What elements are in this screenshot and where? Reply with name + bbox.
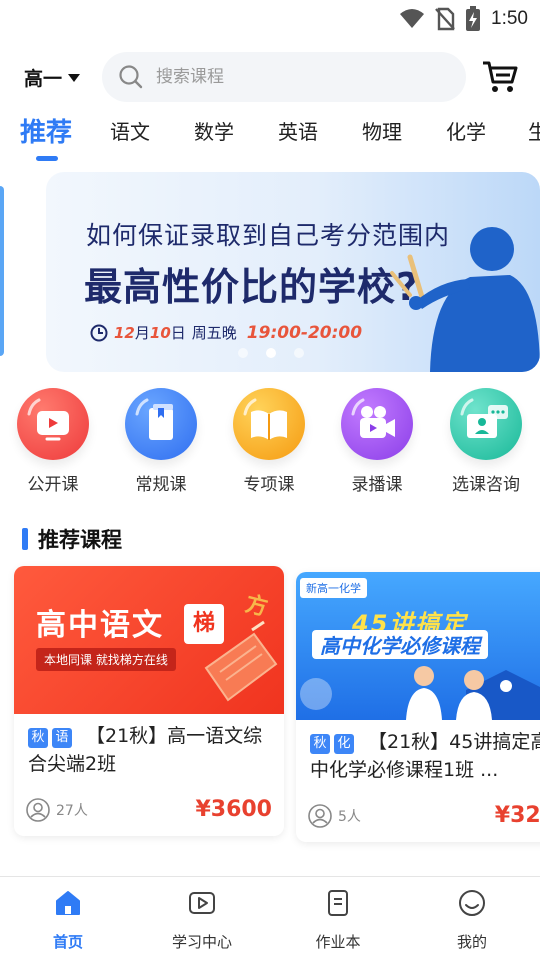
video-camera-icon	[351, 398, 395, 438]
course-cover: 高中语文 梯 本地同课 就找梯方在线 方	[14, 566, 284, 714]
tab-chinese[interactable]: 语文	[110, 116, 150, 145]
section-accent-bar	[22, 528, 28, 550]
search-icon	[119, 65, 143, 89]
tab-chemistry[interactable]: 化学	[446, 116, 486, 145]
tab-biology[interactable]: 生	[528, 116, 540, 145]
tab-recommend[interactable]: 推荐	[20, 112, 72, 149]
banner-line2: 最高性价比的学校?	[84, 265, 420, 309]
nav-homework[interactable]: 作业本	[278, 887, 398, 952]
banner-hours: 19:00-20:00	[246, 322, 363, 343]
wifi-icon	[400, 9, 425, 28]
consult-icon	[460, 398, 508, 438]
nav-mine[interactable]: 我的	[412, 887, 532, 952]
banner-slide[interactable]: 如何保证录取到自己考分范围内 最高性价比的学校? 12月10日 周五晚 19:0…	[46, 172, 540, 372]
category-open-class[interactable]: 公开课	[3, 388, 103, 495]
header: 高一	[0, 48, 540, 108]
banner-date-row: 12月10日 周五晚 19:00-20:00	[90, 322, 362, 343]
nav-label: 首页	[52, 933, 83, 951]
category-label: 常规课	[135, 475, 187, 495]
nav-label: 我的	[456, 933, 487, 951]
active-tab-indicator	[36, 156, 58, 161]
cover-subtitle: 本地同课 就找梯方在线	[36, 648, 176, 671]
home-icon	[56, 891, 80, 915]
cover-corner-text: 方	[242, 591, 271, 622]
teacher-illustration	[390, 227, 540, 372]
nav-study-center[interactable]: 学习中心	[142, 887, 262, 952]
category-label: 公开课	[27, 475, 79, 495]
carousel-dots	[238, 348, 304, 358]
search-bar[interactable]	[102, 52, 466, 102]
banner-weekday: 周五晚	[191, 324, 237, 342]
tab-math[interactable]: 数学	[194, 116, 234, 145]
section-title: 推荐课程	[38, 528, 122, 552]
tv-icon	[27, 398, 69, 441]
students-illustration	[300, 666, 540, 720]
carousel-dot[interactable]	[294, 348, 304, 358]
cart-icon[interactable]	[480, 56, 520, 96]
student-count: 5人	[338, 809, 361, 825]
course-title: 【21秋】45讲搞定高中化学必修课程1班 ...	[310, 731, 540, 781]
course-price: ¥3600	[195, 797, 272, 822]
clock: 1:50	[491, 8, 528, 29]
battery-charging-icon	[466, 6, 481, 31]
smile-face-icon	[459, 890, 485, 916]
tab-physics[interactable]: 物理	[362, 116, 402, 145]
banner-carousel[interactable]: 如何保证录取到自己考分范围内 最高性价比的学校? 12月10日 周五晚 19:0…	[0, 172, 540, 374]
search-input[interactable]	[156, 67, 436, 87]
book-icon	[135, 398, 173, 440]
category-label: 选课咨询	[452, 475, 520, 495]
scroll-illustration	[204, 620, 278, 702]
course-price: ¥320	[494, 803, 540, 828]
tab-english[interactable]: 英语	[278, 116, 318, 145]
student-count: 27人	[56, 803, 88, 819]
category-consult[interactable]: 选课咨询	[436, 388, 536, 495]
section-header: 推荐课程	[22, 524, 122, 554]
clock-icon	[90, 324, 108, 341]
course-cover: 新高一化学 45讲搞定 高中化学必修课程	[296, 572, 540, 720]
category-regular-class[interactable]: 常规课	[111, 388, 211, 495]
course-meta: 27人	[26, 798, 88, 822]
banner-prev-peek	[0, 186, 4, 356]
carousel-dot[interactable]	[238, 348, 248, 358]
category-label: 录播课	[351, 475, 403, 495]
user-icon	[26, 798, 50, 822]
course-card[interactable]: 高中语文 梯 本地同课 就找梯方在线 方 秋 语 【21秋】高一语文综合尖端2班…	[14, 566, 284, 836]
course-card[interactable]: 新高一化学 45讲搞定 高中化学必修课程 秋 化 【21秋】45讲搞定高中化学必…	[296, 572, 540, 842]
category-grid: 公开课 常规课 专项课 录播课 选课咨询	[0, 388, 540, 498]
user-icon	[308, 804, 332, 828]
category-label: 专项课	[243, 475, 295, 495]
category-special-class[interactable]: 专项课	[219, 388, 319, 495]
play-box-icon	[189, 892, 215, 914]
subject-tabs: 推荐 语文 数学 英语 物理 化学 生	[0, 110, 540, 166]
category-recorded-class[interactable]: 录播课	[327, 388, 427, 495]
carousel-dot-active[interactable]	[266, 348, 276, 358]
course-title: 【21秋】高一语文综合尖端2班	[28, 725, 263, 775]
status-bar: 1:50	[0, 0, 540, 38]
nav-label: 作业本	[315, 933, 361, 951]
cover-label: 新高一化学	[300, 578, 367, 598]
caret-down-icon	[68, 73, 81, 82]
grade-selector[interactable]: 高一	[24, 64, 81, 91]
no-sim-icon	[435, 7, 455, 31]
course-meta: 5人	[308, 804, 361, 828]
bottom-nav: 首页 学习中心 作业本 我的	[0, 876, 540, 960]
nav-home[interactable]: 首页	[8, 887, 128, 952]
notebook-icon	[328, 890, 348, 916]
nav-label: 学习中心	[171, 933, 232, 951]
open-book-icon	[243, 398, 287, 440]
cover-title: 高中语文	[36, 608, 164, 643]
grade-label: 高一	[24, 68, 63, 90]
